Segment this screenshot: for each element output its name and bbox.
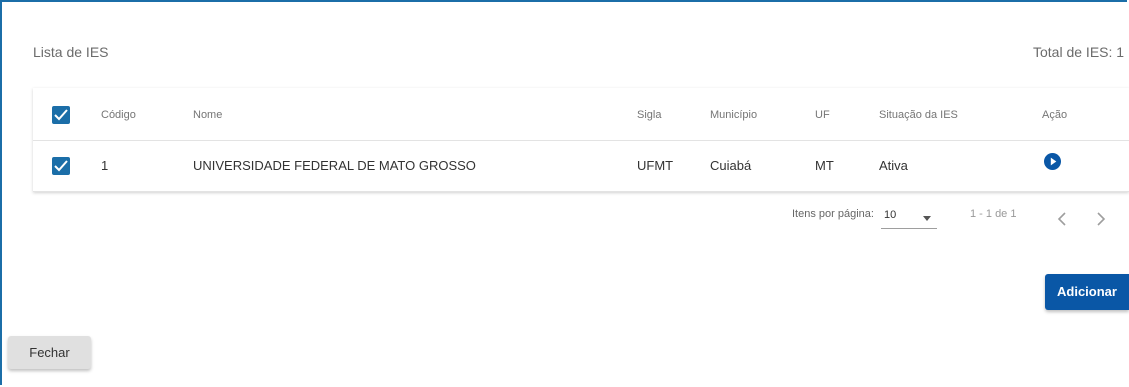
column-header-nome[interactable]: Nome (193, 90, 222, 140)
chevron-down-icon (923, 216, 931, 221)
checkmark-icon (54, 160, 68, 172)
cell-nome: UNIVERSIDADE FEDERAL DE MATO GROSSO (193, 158, 476, 173)
select-all-checkbox[interactable] (52, 106, 70, 124)
column-header-situacao[interactable]: Situação da IES (879, 90, 958, 140)
close-button[interactable]: Fechar (8, 336, 91, 369)
column-header-uf[interactable]: UF (815, 90, 830, 140)
row-checkbox[interactable] (52, 157, 70, 175)
add-button[interactable]: Adicionar (1045, 274, 1129, 310)
list-title: Lista de IES (33, 44, 109, 60)
table-header-row: Código Nome Sigla Município UF Situação … (33, 90, 1129, 141)
items-per-page-select[interactable]: 10 (881, 208, 937, 229)
column-header-acao: Ação (1042, 109, 1068, 121)
chevron-right-icon[interactable] (1096, 212, 1106, 226)
total-value: 1 (1116, 44, 1125, 60)
play-circle-icon[interactable] (1044, 153, 1061, 170)
checkmark-icon (54, 109, 68, 121)
total-count: Total de IES: 1 (1033, 44, 1124, 60)
chevron-left-icon[interactable] (1057, 212, 1067, 226)
pagination-range: 1 - 1 de 1 (970, 208, 1017, 220)
column-header-codigo[interactable]: Código (101, 90, 136, 140)
cell-municipio: Cuiabá (710, 158, 752, 173)
cell-sigla: UFMT (637, 158, 674, 173)
ies-table: Código Nome Sigla Município UF Situação … (33, 88, 1129, 192)
cell-uf: MT (815, 158, 834, 173)
dialog-frame (0, 0, 1127, 385)
items-per-page-label: Itens por página: (792, 208, 874, 220)
column-header-municipio[interactable]: Município (710, 90, 757, 140)
column-header-sigla[interactable]: Sigla (637, 90, 661, 140)
items-per-page-value: 10 (884, 209, 897, 221)
cell-codigo: 1 (101, 158, 109, 173)
cell-situacao: Ativa (879, 158, 908, 173)
total-label: Total de IES: (1033, 44, 1113, 60)
table-row[interactable]: 1 UNIVERSIDADE FEDERAL DE MATO GROSSO UF… (33, 141, 1129, 192)
